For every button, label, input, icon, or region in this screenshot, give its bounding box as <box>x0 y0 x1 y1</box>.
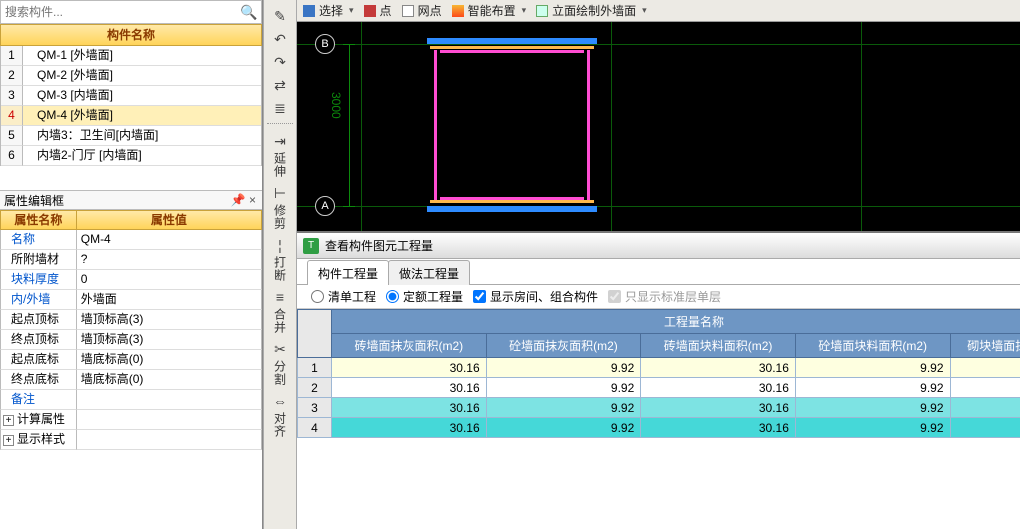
col-header[interactable]: 砖墙面抹灰面积(m2) <box>332 334 487 358</box>
search-input[interactable] <box>1 3 237 21</box>
align2-icon: ⇔ <box>270 391 290 411</box>
qty-group-header: 工程量名称 <box>332 310 1020 334</box>
list-item[interactable]: 4 QM-4 [外墙面] <box>1 106 261 126</box>
search-row: 🔍 <box>0 0 262 24</box>
radio-list-qty[interactable]: 清单工程 <box>311 288 376 305</box>
app-icon: T <box>303 238 319 254</box>
expand-calc-props[interactable]: +计算属性 <box>0 410 77 430</box>
table-row[interactable]: 3 30.16 9.92 30.16 9.92 <box>298 398 1020 418</box>
col-header[interactable]: 砼墙面抹灰面积(m2) <box>486 334 641 358</box>
component-list: 1 QM-1 [外墙面] 2 QM-2 [外墙面] 3 QM-3 [内墙面] 4… <box>0 46 262 166</box>
facade-wall-tool[interactable]: 立面绘制外墙面 <box>536 2 647 19</box>
point-tool[interactable]: 点 <box>364 2 392 19</box>
quantity-tabs: 构件工程量 做法工程量 <box>297 259 1020 285</box>
left-panel: 🔍 构件名称 1 QM-1 [外墙面] 2 QM-2 [外墙面] 3 QM-3 … <box>0 0 263 529</box>
property-header: 属性名称 属性值 <box>0 210 262 230</box>
quantity-dialog-title[interactable]: T 查看构件图元工程量 <box>297 233 1020 259</box>
select-tool[interactable]: 选择 <box>303 2 354 19</box>
chk-std-floor: 只显示标准层单层 <box>608 288 721 305</box>
pin-icon[interactable]: 📌 × <box>231 193 256 207</box>
redo-icon[interactable]: ↷ <box>270 52 290 72</box>
align2-tool[interactable]: ⇔ 对齐 <box>270 391 290 440</box>
vertical-toolbar: ✎ ↶ ↷ ⇄ ≣ ⇥ 延伸 ⊢ 修剪 ¦ 打断 ≡ 合并 ✂ 分割 ⇔ 对齐 <box>263 0 297 529</box>
quantity-options: 清单工程 定额工程量 显示房间、组合构件 只显示标准层单层 <box>297 285 1020 309</box>
align-icon[interactable]: ≣ <box>270 98 290 118</box>
list-item[interactable]: 2 QM-2 [外墙面] <box>1 66 261 86</box>
search-icon[interactable]: 🔍 <box>237 4 261 21</box>
undo-icon[interactable]: ↶ <box>270 29 290 49</box>
split-tool[interactable]: ✂ 分割 <box>270 339 290 388</box>
drawing-toolbar: 选择 点 网点 智能布置 立面绘制外墙面 <box>297 0 1020 22</box>
drawing-canvas[interactable]: 3000 B A T 查看构件图元工程量 构件工程量 做法工程量 清单工程 <box>297 22 1020 529</box>
component-list-header: 构件名称 <box>0 24 262 46</box>
list-item[interactable]: 5 内墙3：卫生间[内墙面] <box>1 126 261 146</box>
break-tool[interactable]: ¦ 打断 <box>270 235 290 284</box>
brush-icon[interactable]: ✎ <box>270 6 290 26</box>
col-header[interactable]: 砖墙面块料面积(m2) <box>641 334 796 358</box>
smart-layout-tool[interactable]: 智能布置 <box>452 2 527 19</box>
axis-marker-b: B <box>315 34 335 54</box>
list-item[interactable]: 1 QM-1 [外墙面] <box>1 46 261 66</box>
right-area: 选择 点 网点 智能布置 立面绘制外墙面 3000 <box>297 0 1020 529</box>
merge-tool[interactable]: ≡ 合并 <box>270 287 290 336</box>
trim-tool[interactable]: ⊢ 修剪 <box>270 183 290 232</box>
col-header[interactable]: 砌块墙面抹灰 <box>950 334 1020 358</box>
radio-quota-qty[interactable]: 定额工程量 <box>386 288 463 305</box>
mirror-icon[interactable]: ⇄ <box>270 75 290 95</box>
tab-method-qty[interactable]: 做法工程量 <box>388 260 470 285</box>
tab-component-qty[interactable]: 构件工程量 <box>307 260 389 285</box>
col-header[interactable]: 砼墙面块料面积(m2) <box>795 334 950 358</box>
list-item[interactable]: 6 内墙2-门厅 [内墙面] <box>1 146 261 166</box>
table-row[interactable]: 4 30.16 9.92 30.16 9.92 <box>298 418 1020 438</box>
row-number-header <box>298 310 332 358</box>
quantity-dialog: T 查看构件图元工程量 构件工程量 做法工程量 清单工程 定额工程量 显示房间、… <box>297 231 1020 529</box>
merge-icon: ≡ <box>270 287 290 307</box>
table-row[interactable]: 1 30.16 9.92 30.16 9.92 <box>298 358 1020 378</box>
trim-icon: ⊢ <box>270 183 290 203</box>
table-row[interactable]: 2 30.16 9.92 30.16 9.92 <box>298 378 1020 398</box>
break-icon: ¦ <box>270 235 290 255</box>
grid-point-tool[interactable]: 网点 <box>402 2 442 19</box>
list-item[interactable]: 3 QM-3 [内墙面] <box>1 86 261 106</box>
extend-icon: ⇥ <box>270 131 290 151</box>
property-grid: 名称QM-4 所附墙材? 块料厚度0 内/外墙外墙面 起点顶标墙顶标高(3) 终… <box>0 230 262 450</box>
dimension-label: 3000 <box>329 92 343 119</box>
split-icon: ✂ <box>270 339 290 359</box>
expand-display-style[interactable]: +显示样式 <box>0 430 77 450</box>
extend-tool[interactable]: ⇥ 延伸 <box>270 131 290 180</box>
property-panel-title: 属性编辑框 📌 × <box>0 190 262 210</box>
axis-marker-a: A <box>315 196 335 216</box>
chk-show-room[interactable]: 显示房间、组合构件 <box>473 288 598 305</box>
quantity-grid[interactable]: 工程量名称 砖墙面抹灰面积(m2) 砼墙面抹灰面积(m2) 砖墙面块料面积(m2… <box>297 309 1020 529</box>
